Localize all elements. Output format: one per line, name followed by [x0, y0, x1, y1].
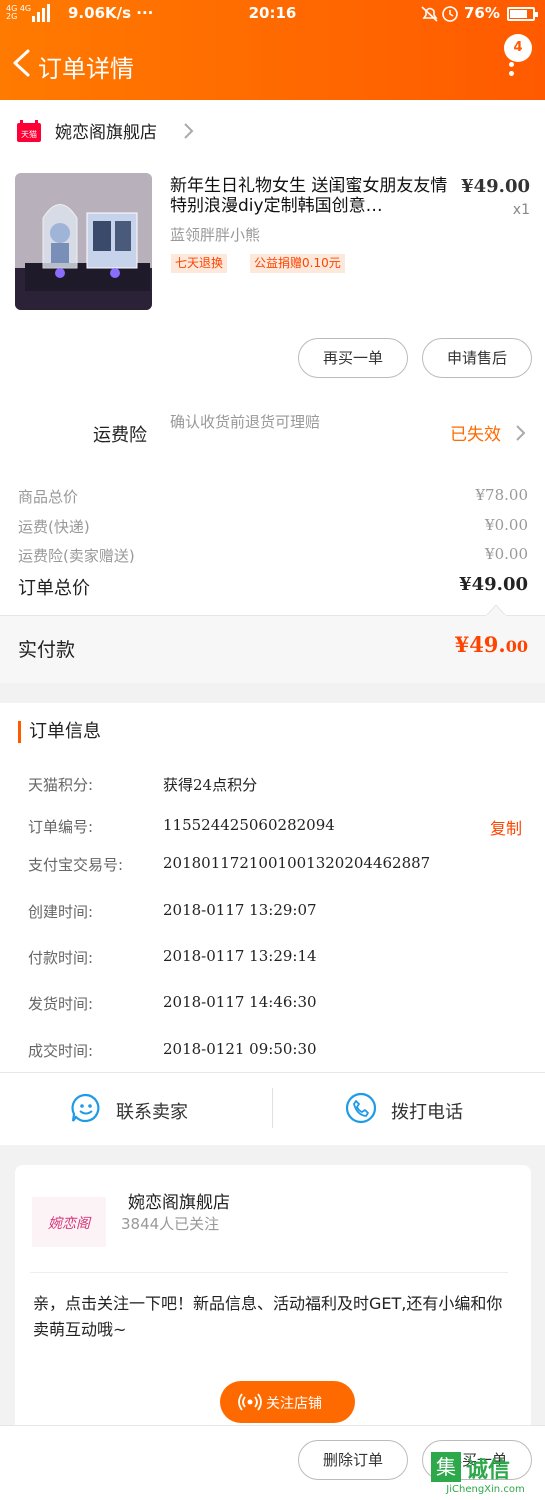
- charity-tag: 公益捐赠0.10元: [250, 254, 345, 273]
- chevron-right-icon[interactable]: [182, 122, 194, 140]
- order-info-title: 订单信息: [18, 721, 101, 743]
- more-menu-button[interactable]: 4: [498, 32, 538, 82]
- more-icon: [509, 62, 515, 80]
- shipping-insurance-desc: 确认收货前退货可理赔: [170, 413, 321, 431]
- status-icons: [420, 4, 460, 28]
- watermark-text: 诚信: [466, 1458, 511, 1483]
- shipping-insurance-status[interactable]: 已失效: [450, 420, 501, 445]
- back-icon[interactable]: [8, 48, 38, 78]
- return-policy-tag: 七天退换: [171, 254, 228, 273]
- battery-percent: 76%: [464, 4, 500, 22]
- order-total-row: 订单总价 ¥49.00: [18, 574, 530, 600]
- phone-icon: [345, 1092, 377, 1124]
- svg-text:婉恋阁: 婉恋阁: [48, 1216, 92, 1232]
- message-count-badge: 4: [504, 34, 532, 62]
- store-name[interactable]: 婉恋阁旗舰店: [55, 118, 157, 143]
- summary-label: 运费险(卖家赠送): [18, 547, 135, 565]
- paid-amount-label: 实付款: [18, 639, 76, 661]
- broadcast-icon: [238, 1393, 262, 1411]
- page-title: 订单详情: [38, 55, 134, 83]
- contact-seller-label: 联系卖家: [116, 1102, 188, 1123]
- tmall-icon: 天猫: [17, 120, 41, 142]
- follow-shop-label: 关注店铺: [266, 1396, 322, 1412]
- paid-amount-value: ¥49.00: [454, 632, 528, 657]
- buy-again-button[interactable]: 再买一单: [298, 338, 408, 378]
- shop-message: 亲，点击关注一下吧！新品信息、活动福利及时GET,还有小编和你卖萌互动哦~: [33, 1294, 503, 1339]
- summary-row: 商品总价 ¥78.00: [18, 486, 530, 507]
- order-total-value: ¥49.00: [459, 574, 528, 595]
- battery-icon: [507, 7, 538, 21]
- product-price: ¥49.00: [461, 176, 530, 197]
- watermark-logo: 集: [431, 1452, 461, 1482]
- mute-alarm-icon: [421, 6, 458, 22]
- summary-value: ¥0.00: [485, 545, 528, 563]
- shop-name[interactable]: 婉恋阁旗舰店: [128, 1188, 230, 1213]
- chat-icon: [71, 1093, 100, 1123]
- summary-label: 商品总价: [18, 488, 79, 506]
- order-total-label: 订单总价: [18, 578, 90, 599]
- product-title[interactable]: 新年生日礼物女生 送闺蜜女朋友友情特别浪漫diy定制韩国创意…: [170, 176, 458, 216]
- notch-decoration: [486, 604, 506, 616]
- shipping-insurance-label: 运费险: [93, 425, 147, 446]
- delete-order-button[interactable]: 删除订单: [298, 1440, 408, 1480]
- app-header: 4G 4G 2G 9.06K/s ··· 20:16 76% 订单详情 4: [0, 0, 545, 100]
- call-label: 拨打电话: [391, 1102, 463, 1123]
- divider: [30, 1272, 508, 1273]
- summary-row: 运费(快递) ¥0.00: [18, 516, 530, 537]
- summary-label: 运费(快递): [18, 518, 90, 536]
- watermark-url: JiChengXin.com: [446, 1484, 525, 1495]
- divider: [272, 1088, 273, 1128]
- product-quantity: x1: [512, 202, 530, 218]
- summary-value: ¥78.00: [475, 486, 529, 504]
- follow-shop-button[interactable]: 关注店铺: [220, 1381, 355, 1423]
- shop-follower-count: 3844人已关注: [121, 1215, 220, 1233]
- shop-logo[interactable]: 婉恋阁: [32, 1197, 106, 1247]
- product-image[interactable]: [15, 173, 152, 310]
- product-sku: 蓝领胖胖小熊: [170, 226, 261, 244]
- svg-text:天猫: 天猫: [21, 129, 37, 139]
- summary-row: 运费险(卖家赠送) ¥0.00: [18, 545, 530, 566]
- summary-value: ¥0.00: [485, 516, 528, 534]
- chevron-right-icon[interactable]: [514, 424, 526, 442]
- status-bar: 4G 4G 2G 9.06K/s ··· 20:16 76%: [0, 0, 545, 28]
- divider: [0, 1072, 545, 1073]
- order-info-card: [0, 703, 545, 1145]
- copy-order-number-button[interactable]: 复制: [490, 815, 522, 839]
- after-sale-button[interactable]: 申请售后: [422, 338, 532, 378]
